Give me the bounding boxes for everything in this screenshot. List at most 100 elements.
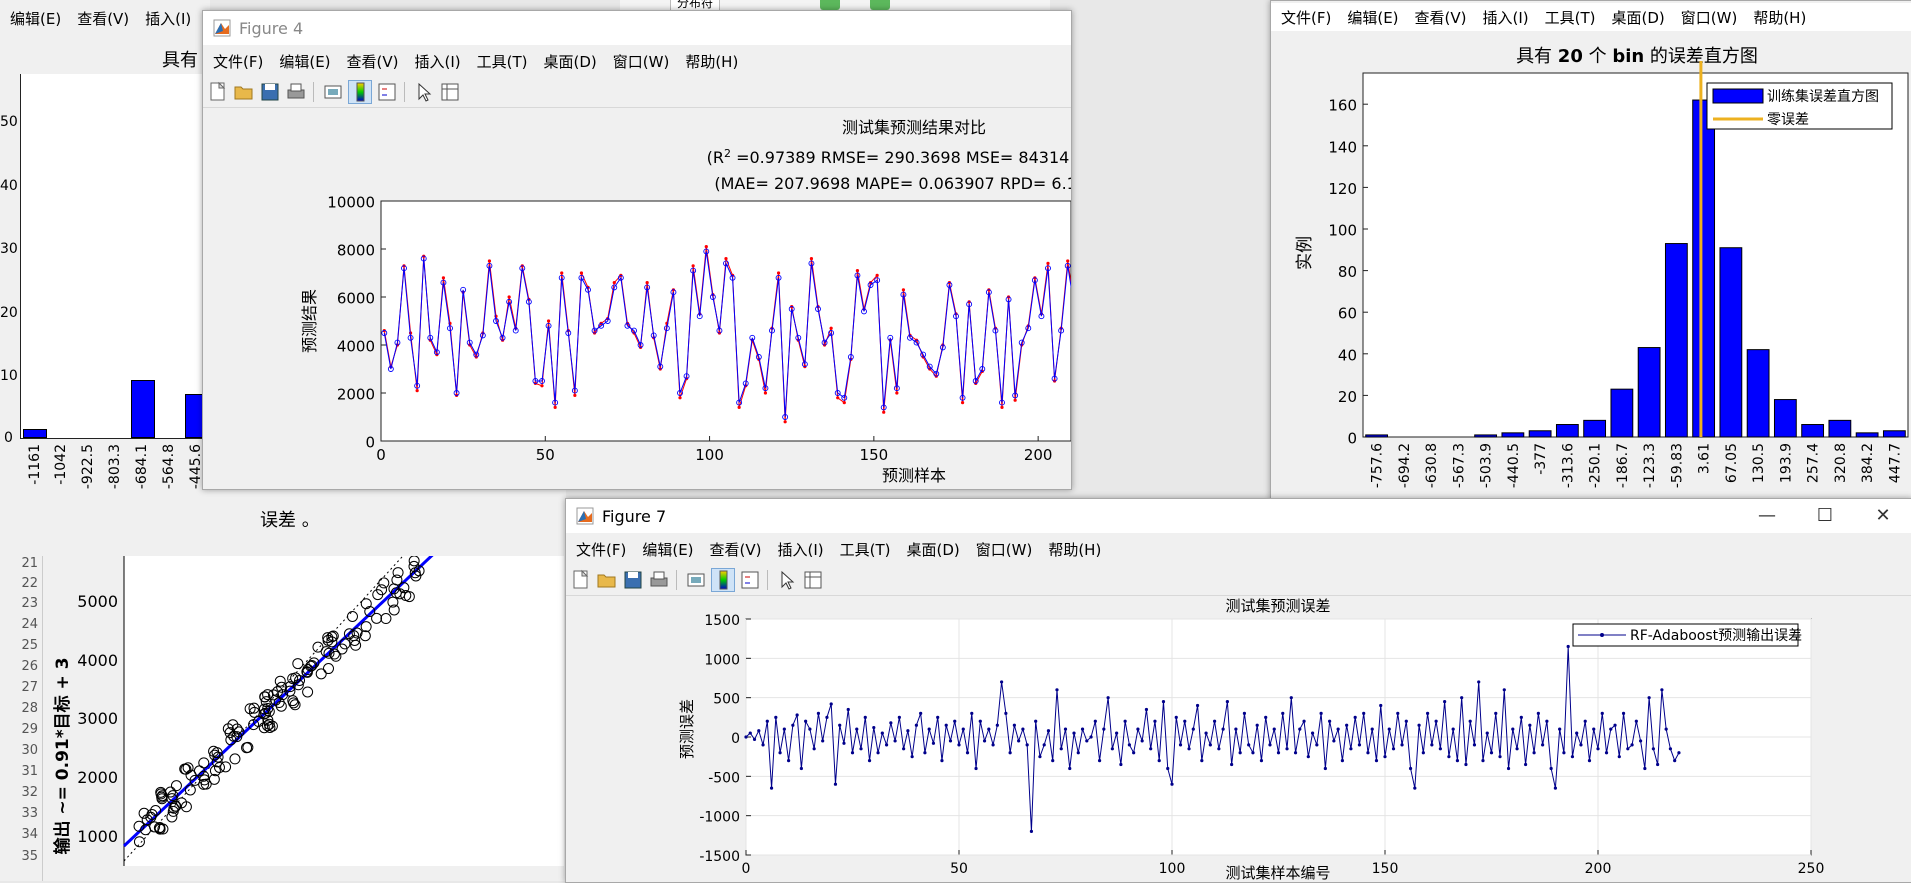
error-point: [1391, 747, 1396, 751]
data-point: [724, 257, 728, 261]
menu-view[interactable]: 查看(V): [77, 8, 129, 29]
menu-window[interactable]: 窗口(W): [976, 539, 1033, 560]
figure4-titlebar[interactable]: Figure 4: [203, 11, 1071, 45]
menu-tools[interactable]: 工具(T): [1545, 7, 1596, 28]
open-file-icon[interactable]: [596, 569, 618, 591]
error-point: [1170, 782, 1174, 786]
menu-insert[interactable]: 插入(I): [145, 8, 191, 29]
y-tick-label: 160: [1328, 97, 1357, 115]
menu-file[interactable]: 文件(F): [576, 539, 626, 560]
menu-insert[interactable]: 插入(I): [778, 539, 824, 560]
error-point: [1276, 751, 1281, 755]
histogram-legend[interactable]: 训练集误差直方图 零误差: [1706, 82, 1893, 130]
menu-edit[interactable]: 编辑(E): [1347, 7, 1398, 28]
background-run-icon[interactable]: [820, 0, 840, 10]
menu-window[interactable]: 窗口(W): [613, 51, 670, 72]
background-step-icon[interactable]: [870, 0, 890, 10]
data-point: [809, 257, 814, 261]
menu-view[interactable]: 查看(V): [1415, 7, 1467, 28]
print-icon[interactable]: [285, 81, 307, 103]
error-point: [1366, 751, 1370, 755]
error-point: [1575, 731, 1579, 735]
y-tick-label: 40: [1338, 346, 1357, 364]
cursor-icon[interactable]: [776, 569, 798, 591]
link-figure-icon[interactable]: [322, 81, 344, 103]
legend-icon[interactable]: [739, 569, 761, 591]
error-point: [1017, 739, 1021, 743]
error-point: [1677, 751, 1681, 755]
error-point: [1102, 727, 1106, 731]
error-point: [846, 707, 850, 712]
link-figure-icon[interactable]: [685, 569, 707, 591]
cursor-icon[interactable]: [413, 81, 435, 103]
error-point: [1523, 762, 1528, 767]
y-tick-label: 60: [1338, 305, 1357, 323]
menu-help[interactable]: 帮助(H): [1048, 539, 1101, 560]
error-point: [1634, 719, 1638, 723]
menu-desktop[interactable]: 桌面(D): [907, 539, 960, 560]
menu-help[interactable]: 帮助(H): [685, 51, 738, 72]
data-point: [737, 405, 741, 409]
property-inspector-icon[interactable]: [439, 81, 461, 103]
error-point: [1587, 759, 1592, 763]
histogram-bin-label: 3.61: [1697, 443, 1713, 474]
histogram-bar: [1801, 424, 1825, 438]
save-icon[interactable]: [259, 81, 281, 103]
open-file-icon[interactable]: [233, 81, 255, 103]
menu-tools[interactable]: 工具(T): [840, 539, 891, 560]
menu-insert[interactable]: 插入(I): [1483, 7, 1529, 28]
menu-view[interactable]: 查看(V): [710, 539, 762, 560]
menu-insert[interactable]: 插入(I): [415, 51, 461, 72]
maximize-button[interactable]: ☐: [1796, 499, 1854, 533]
error-point: [1089, 735, 1093, 739]
figure7-legend[interactable]: RF-Adaboost预测输出误差: [1572, 623, 1802, 647]
data-point: [553, 405, 557, 409]
error-point: [1592, 727, 1596, 731]
menu-window[interactable]: 窗口(W): [1681, 7, 1738, 28]
minimize-button[interactable]: —: [1738, 499, 1796, 533]
error-point: [897, 715, 901, 719]
error-point: [1447, 755, 1451, 759]
colorbar-icon[interactable]: [348, 80, 372, 104]
error-point: [821, 739, 825, 743]
error-point: [1494, 711, 1498, 715]
menu-view[interactable]: 查看(V): [347, 51, 399, 72]
error-point: [961, 727, 965, 731]
menu-tools[interactable]: 工具(T): [477, 51, 528, 72]
new-figure-icon[interactable]: [570, 569, 592, 591]
menu-desktop[interactable]: 桌面(D): [544, 51, 597, 72]
error-point: [1038, 755, 1042, 759]
close-button[interactable]: ✕: [1854, 499, 1911, 533]
error-point: [1034, 719, 1038, 723]
error-point: [782, 727, 786, 731]
legend-icon[interactable]: [376, 81, 398, 103]
x-tick-label: 100: [695, 446, 724, 464]
menu-file[interactable]: 文件(F): [1281, 7, 1331, 28]
error-point: [778, 751, 782, 755]
x-tick-label: 150: [1372, 861, 1399, 877]
error-point: [769, 786, 774, 790]
colorbar-icon[interactable]: [711, 568, 735, 592]
y-tick-label: 0: [365, 434, 375, 452]
menu-desktop[interactable]: 桌面(D): [1612, 7, 1665, 28]
print-icon[interactable]: [648, 569, 670, 591]
data-point: [776, 271, 781, 275]
menu-file[interactable]: 文件(F): [213, 51, 263, 72]
figure7-canvas: 测试集预测误差 预测误差 测试集样本编号 0 50 100 150 200 250 -150…: [566, 597, 1911, 882]
error-point: [1051, 759, 1055, 763]
menu-help[interactable]: 帮助(H): [1753, 7, 1806, 28]
menu-edit[interactable]: 编辑(E): [279, 51, 330, 72]
error-point: [1464, 762, 1468, 767]
save-icon[interactable]: [622, 569, 644, 591]
new-figure-icon[interactable]: [207, 81, 229, 103]
menu-edit[interactable]: 编辑(E): [10, 8, 61, 29]
error-point: [1302, 719, 1306, 723]
svg-text:-684.1: -684.1: [134, 444, 150, 489]
error-point: [1319, 711, 1323, 715]
menu-edit[interactable]: 编辑(E): [642, 539, 693, 560]
histogram-bin-label: -186.7: [1615, 443, 1631, 488]
regression-ylabel: 输出 ~= 0.91*目标 + 3: [52, 657, 73, 854]
property-inspector-icon[interactable]: [802, 569, 824, 591]
error-point: [787, 759, 791, 763]
figure7-titlebar[interactable]: Figure 7 — ☐ ✕: [566, 499, 1911, 533]
